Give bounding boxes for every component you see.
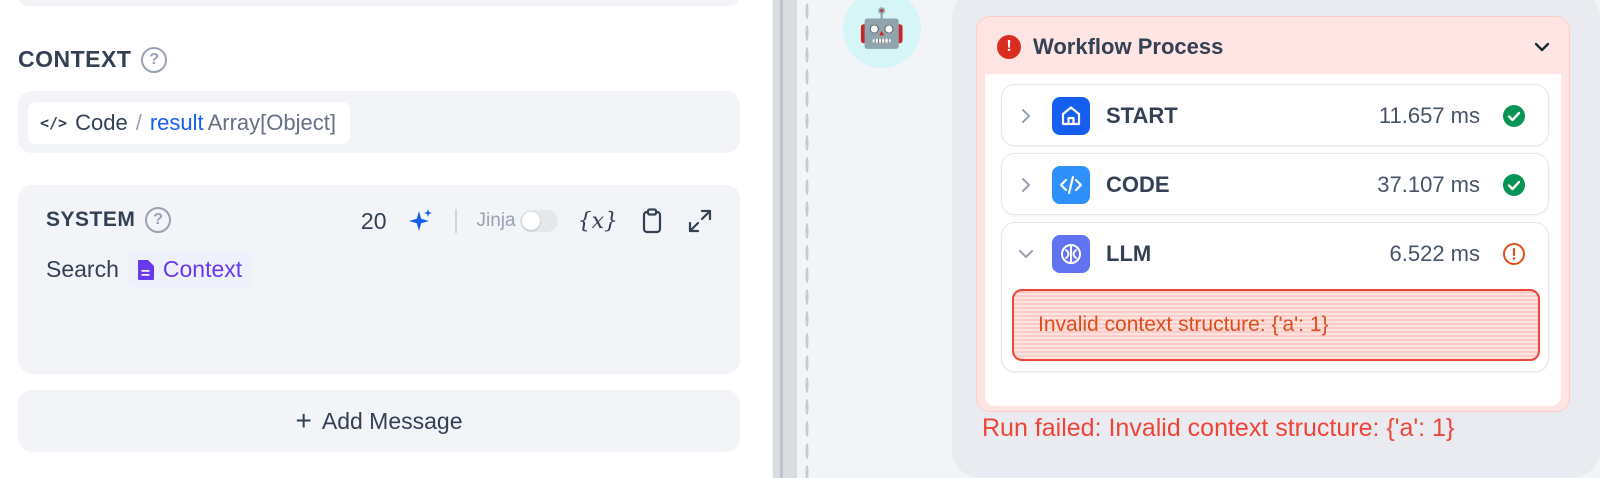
variable-separator: / [135, 110, 142, 135]
error-text: Invalid context structure: {'a': 1} [1038, 313, 1329, 336]
jinja-label: Jinja [476, 210, 516, 231]
workflow-node-list: START 11.657 ms CODE 37.107 ms LLM 6.522… [985, 74, 1561, 406]
jinja-toggle[interactable] [519, 210, 558, 232]
toggle-knob [521, 212, 540, 230]
node-code[interactable]: CODE 37.107 ms [1001, 153, 1549, 215]
prompt-text: Search [46, 256, 119, 282]
node-elapsed-time: 11.657 ms [1378, 103, 1480, 128]
node-row[interactable]: CODE 37.107 ms [1002, 154, 1548, 216]
node-title: CODE [1106, 172, 1170, 197]
insert-variable-button[interactable]: {x} [578, 209, 618, 234]
system-prompt-editor[interactable]: SYSTEM ? 20 Jinja {x} Search Context [18, 185, 740, 374]
document-icon [137, 259, 154, 280]
node-title: LLM [1106, 241, 1152, 266]
workflow-process-title: Workflow Process [1033, 34, 1224, 59]
code-icon [1052, 166, 1090, 204]
clipboard-icon[interactable] [638, 207, 666, 235]
workflow-process-header[interactable]: ! Workflow Process [997, 32, 1555, 62]
node-llm[interactable]: LLM 6.522 ms Invalid context structure: … [1001, 222, 1549, 372]
system-prompt-content[interactable]: Search Context [46, 252, 253, 287]
run-failed-message: Run failed: Invalid context structure: {… [982, 414, 1455, 442]
llm-icon [1052, 235, 1090, 273]
success-check-icon [1503, 105, 1525, 127]
plus-icon: + [295, 405, 312, 436]
add-message-button[interactable]: + Add Message [18, 390, 740, 452]
context-tag-label: Context [162, 256, 243, 282]
node-elapsed-time: 37.107 ms [1377, 172, 1480, 197]
add-message-label: Add Message [321, 407, 463, 434]
node-row[interactable]: LLM 6.522 ms [1002, 223, 1548, 285]
token-count: 20 [360, 207, 387, 234]
jinja-toggle-group[interactable]: Jinja [477, 210, 558, 232]
previous-section-edge [18, 0, 740, 6]
prompt-editor-panel: CONTEXT ? </> Code / result Array[Object… [0, 0, 772, 478]
success-check-icon [1503, 174, 1525, 196]
node-row[interactable]: START 11.657 ms [1002, 85, 1548, 147]
context-variable-chip[interactable]: </> Code / result Array[Object] [28, 102, 350, 144]
system-title: SYSTEM [46, 208, 136, 231]
warning-alert-icon [1503, 243, 1525, 265]
system-prompt-header: SYSTEM ? [46, 207, 172, 233]
node-start[interactable]: START 11.657 ms [1001, 84, 1549, 146]
panel-divider-line [780, 0, 783, 478]
system-prompt-toolbar: 20 Jinja {x} [361, 201, 714, 241]
chevron-down-icon[interactable] [1529, 34, 1555, 60]
home-icon [1052, 97, 1090, 135]
node-title: START [1106, 103, 1178, 128]
node-elapsed-time: 6.522 ms [1389, 241, 1481, 266]
variable-name: result [149, 110, 204, 135]
variable-type: Array[Object] [207, 110, 336, 135]
error-icon: ! [997, 35, 1021, 59]
chevron-down-icon[interactable] [1016, 244, 1036, 264]
context-block-tag[interactable]: Context [126, 252, 253, 287]
sparkle-icon[interactable] [407, 207, 435, 235]
context-title: CONTEXT [18, 46, 132, 72]
variable-node-name: Code [75, 110, 128, 135]
chevron-right-icon[interactable] [1016, 106, 1036, 126]
context-section-header: CONTEXT ? [18, 46, 168, 73]
toolbar-divider [454, 209, 457, 233]
expand-icon[interactable] [686, 207, 714, 235]
context-variable-field[interactable]: </> Code / result Array[Object] [18, 91, 740, 153]
panel-resize-handle[interactable] [773, 0, 797, 478]
help-icon[interactable]: ? [141, 46, 168, 73]
code-icon: </> [40, 114, 68, 132]
node-error-message: Invalid context structure: {'a': 1} [1012, 289, 1540, 361]
workflow-process-panel: ! Workflow Process START 11.657 ms CODE … [976, 16, 1570, 412]
canvas-dot-grid [805, 0, 809, 478]
chevron-right-icon[interactable] [1016, 175, 1036, 195]
help-icon[interactable]: ? [145, 207, 172, 233]
